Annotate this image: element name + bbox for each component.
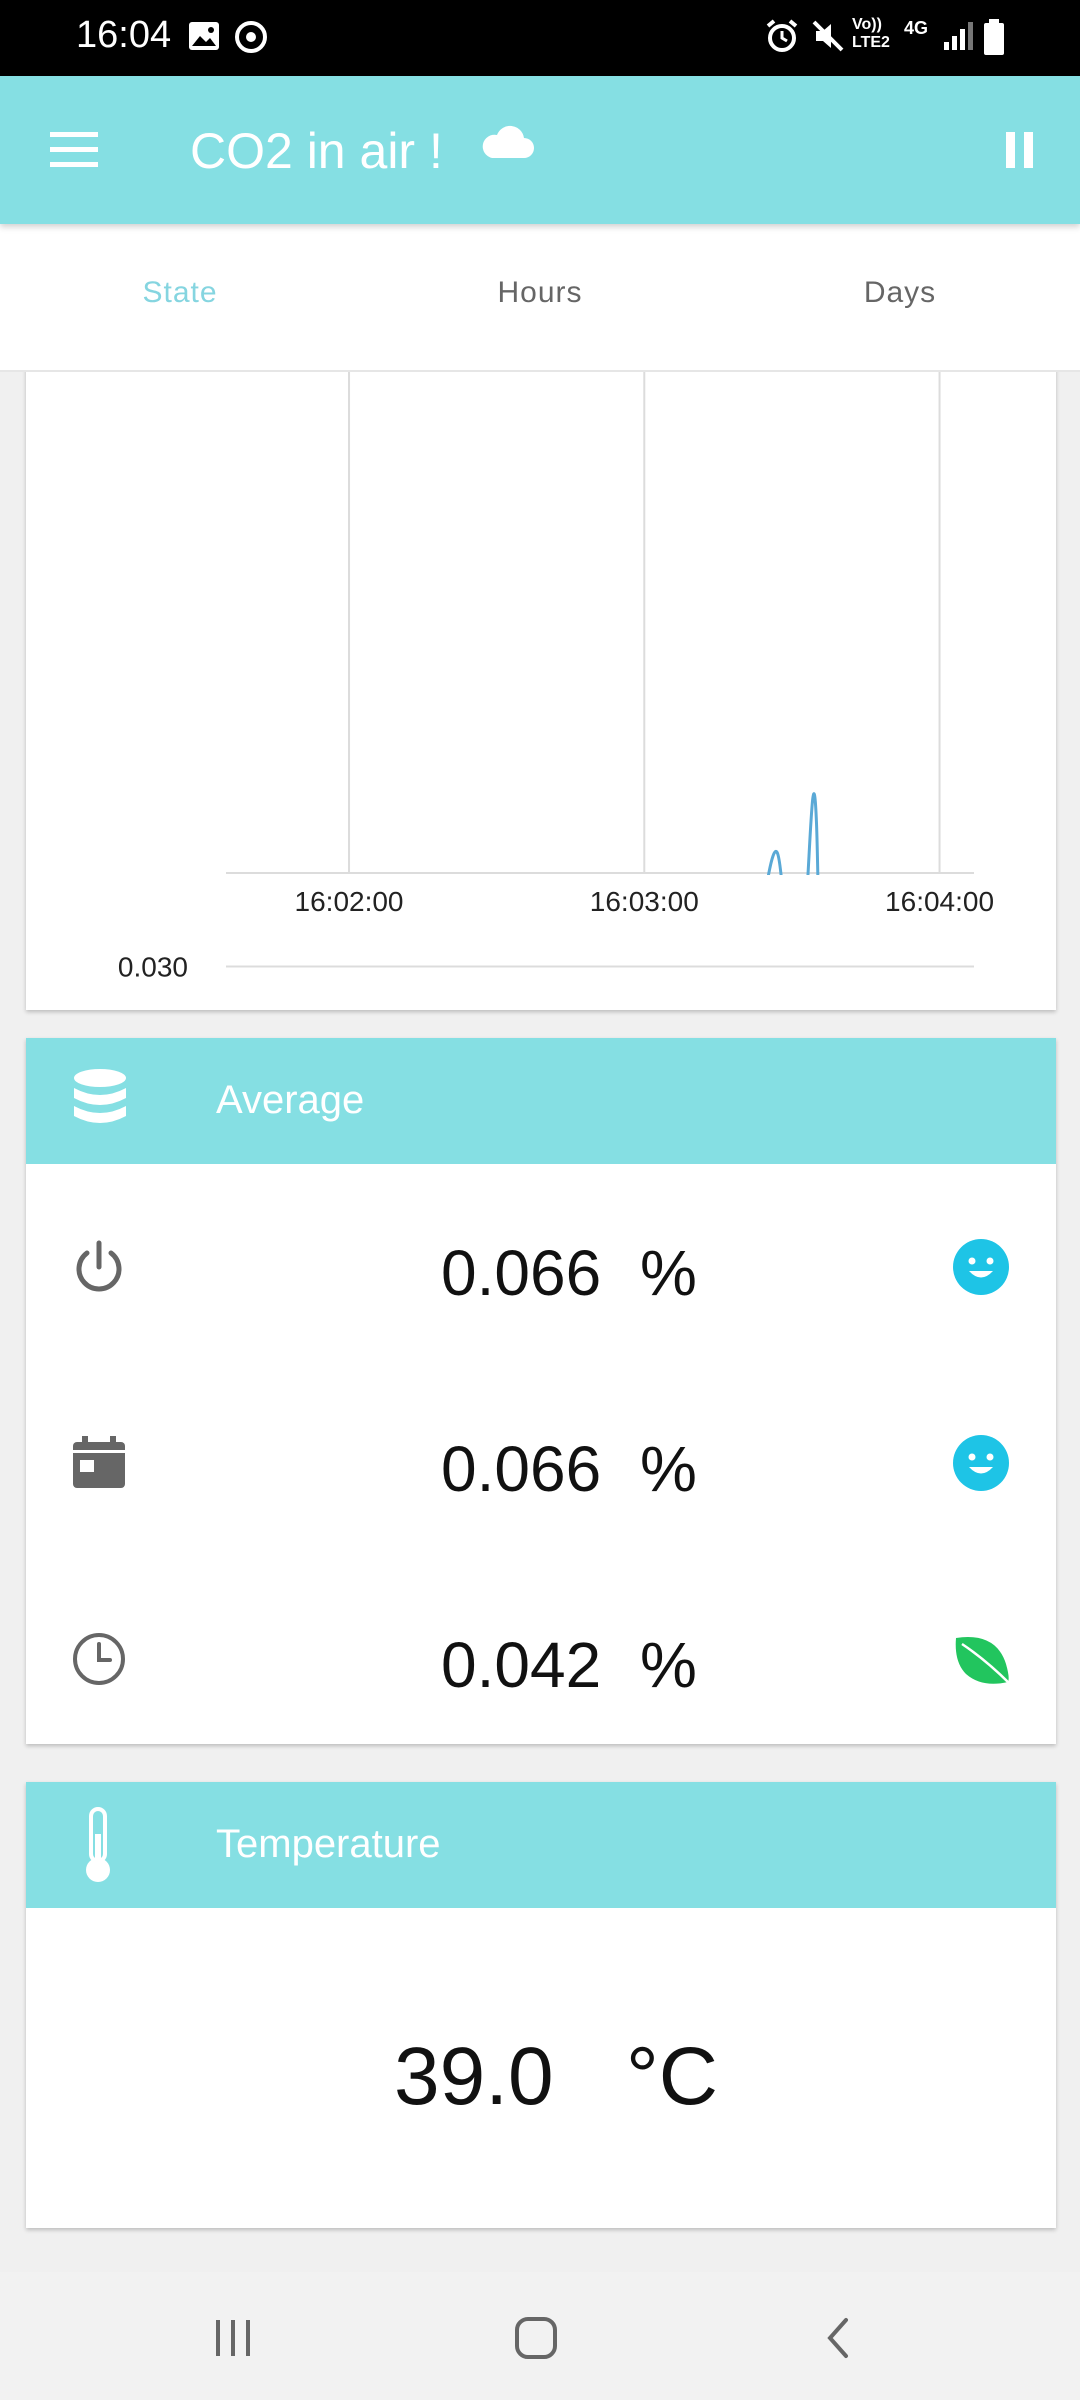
cloud-icon: [478, 122, 536, 167]
volte-indicator: Vo)) LTE2: [852, 16, 890, 52]
temperature-value: 39.0: [394, 2031, 554, 2122]
average-unit: %: [640, 1237, 697, 1309]
clock-icon: [70, 1630, 128, 1693]
tab-hours[interactable]: Hours: [360, 276, 720, 310]
tab-state[interactable]: State: [0, 276, 360, 310]
smiley-icon: [952, 1434, 1010, 1497]
temperature-header: Temperature: [26, 1782, 1056, 1908]
x-tick-label: 16:02:00: [295, 886, 404, 917]
average-value: 0.066: [441, 1433, 602, 1505]
database-icon: [70, 1066, 130, 1137]
average-header: Average: [26, 1038, 1056, 1164]
lte-label: LTE2: [852, 34, 890, 51]
image-icon: [186, 18, 222, 59]
system-nav-bar: [0, 2272, 1080, 2400]
temperature-unit: °C: [626, 2031, 719, 2122]
average-unit: %: [640, 1629, 697, 1701]
average-row-clock: 0.042 %: [26, 1600, 1056, 1720]
scroll-content[interactable]: 0.0000.0100.0200.03016:02:0016:03:0016:0…: [0, 352, 1080, 2272]
leaf-icon: [952, 1630, 1012, 1693]
average-row-power: 0.066 %: [26, 1208, 1056, 1328]
menu-icon[interactable]: [48, 128, 100, 177]
x-tick-label: 16:03:00: [590, 886, 699, 917]
app-bar: CO2 in air !: [0, 76, 1080, 224]
app-title: CO2 in air !: [190, 123, 443, 179]
average-row-calendar: 0.066 %: [26, 1404, 1056, 1524]
average-card: Average 0.066 % 0.066 % 0.042 %: [26, 1038, 1056, 1744]
tab-days[interactable]: Days: [720, 276, 1080, 310]
pause-button[interactable]: [1000, 128, 1040, 177]
status-bar: 16:04 Vo)) LTE2 4G: [0, 0, 1080, 76]
co2-line-chart: 0.0000.0100.0200.03016:02:0016:03:0016:0…: [118, 352, 994, 1410]
alarm-icon: [764, 18, 800, 59]
status-time: 16:04: [76, 14, 172, 56]
back-button[interactable]: [818, 2314, 858, 2367]
volte-label: Vo)): [852, 16, 882, 33]
smiley-icon: [952, 1238, 1010, 1301]
sync-icon: [232, 18, 270, 61]
home-button[interactable]: [512, 2314, 560, 2367]
temperature-card: Temperature 39.0 °C: [26, 1782, 1056, 2228]
x-tick-label: 16:04:00: [885, 886, 994, 917]
average-value: 0.066: [441, 1237, 602, 1309]
tab-bar: State Hours Days: [0, 224, 1080, 372]
y-tick-label: 0.030: [118, 952, 188, 983]
network-indicator: 4G: [904, 18, 929, 38]
recent-apps-button[interactable]: [210, 2316, 256, 2365]
average-unit: %: [640, 1433, 697, 1505]
power-icon: [70, 1238, 128, 1301]
mute-icon: [810, 18, 846, 59]
calendar-icon: [70, 1434, 128, 1497]
temperature-title: Temperature: [216, 1822, 441, 1866]
signal-icon: [940, 18, 976, 59]
chart-card: 0.0000.0100.0200.03016:02:0016:03:0016:0…: [26, 352, 1056, 1410]
thermometer-icon: [78, 1806, 118, 1891]
battery-icon: [982, 18, 1006, 61]
average-title: Average: [216, 1078, 365, 1122]
average-value: 0.042: [441, 1629, 602, 1701]
